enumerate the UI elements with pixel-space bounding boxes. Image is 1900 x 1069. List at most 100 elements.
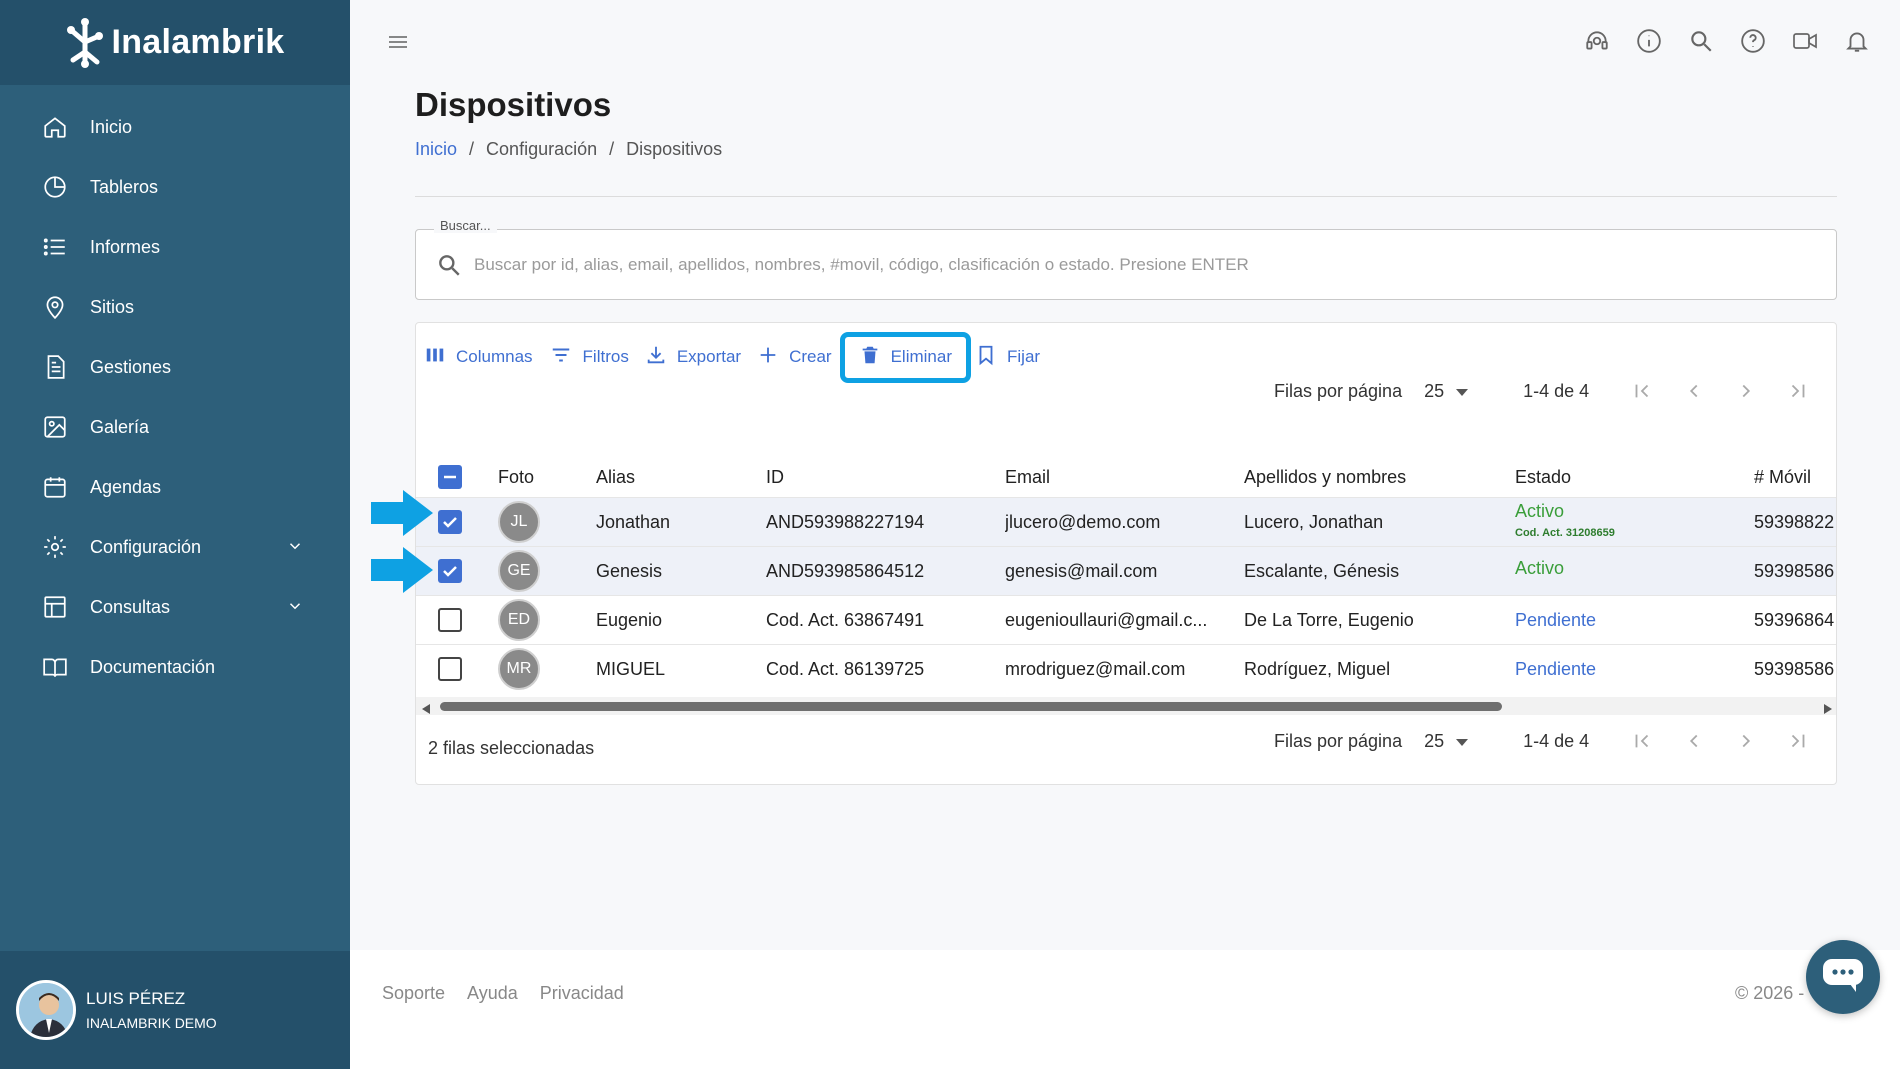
cell-mobile: 59398586 [1754,561,1835,581]
help-icon[interactable] [1740,28,1766,54]
sidebar-item-galeria[interactable]: Galería [0,397,350,457]
sidebar-item-label: Agendas [90,476,162,497]
rows-per-page-select[interactable]: 25 [1424,731,1469,752]
select-all-checkbox[interactable] [438,465,462,489]
cell-status: Pendiente [1515,659,1597,679]
table-icon [42,594,68,620]
sidebar-item-documentacion[interactable]: Documentación [0,637,350,697]
sidebar-item-label: Inicio [90,116,133,137]
filters-button[interactable]: Filtros [549,344,629,371]
table-row[interactable]: JL Jonathan AND593988227194 jlucero@demo… [416,497,1836,546]
header-alias[interactable]: Alias [596,467,635,488]
header-mobile[interactable]: # Móvil [1754,467,1811,488]
footer: Soporte Ayuda Privacidad © 2026 - [350,950,1900,1069]
next-page-icon[interactable] [1733,378,1759,404]
search-icon[interactable] [1688,28,1714,54]
cell-status: Activo [1515,558,1565,578]
rows-per-page-select[interactable]: 25 [1424,380,1469,402]
location-pin-icon [42,294,68,320]
header-email[interactable]: Email [1005,467,1050,488]
search-field[interactable] [415,229,1837,300]
cell-name: Rodríguez, Miguel [1244,659,1391,679]
sidebar-item-sitios[interactable]: Sitios [0,277,350,337]
chevron-down-icon[interactable] [286,537,304,560]
row-checkbox[interactable] [438,510,462,534]
menu-toggle-icon[interactable] [385,30,411,59]
table-row[interactable]: MR MIGUEL Cod. Act. 86139725 mrodriguez@… [416,644,1836,693]
header-photo[interactable]: Foto [498,467,534,488]
table-row[interactable]: ED Eugenio Cod. Act. 63867491 eugenioull… [416,595,1836,644]
avatar: GE [498,550,540,592]
breadcrumb-home-link[interactable]: Inicio [415,139,457,160]
cell-alias: Genesis [596,561,663,581]
rows-per-page-value: 25 [1424,380,1445,401]
horizontal-scrollbar[interactable] [416,697,1836,715]
cell-id: Cod. Act. 86139725 [766,659,925,679]
chat-button[interactable] [1806,940,1880,1014]
cell-mobile: 59396864 [1754,610,1835,630]
header-name[interactable]: Apellidos y nombres [1244,467,1406,488]
selected-count: 2 filas seleccionadas [428,738,595,758]
first-page-icon[interactable] [1629,728,1655,754]
video-icon[interactable] [1792,28,1818,54]
scroll-right-icon[interactable] [1824,701,1832,719]
search-input[interactable] [474,248,1774,282]
export-label: Exportar [676,347,742,366]
prev-page-icon[interactable] [1681,378,1707,404]
avatar: ED [498,599,540,641]
last-page-icon[interactable] [1785,728,1811,754]
sidebar-item-tableros[interactable]: Tableros [0,157,350,217]
delete-button[interactable]: Eliminar [839,331,971,383]
plus-icon [757,344,779,371]
sidebar-item-informes[interactable]: Informes [0,217,350,277]
first-page-icon[interactable] [1629,378,1655,404]
table-row[interactable]: GE Genesis AND593985864512 genesis@mail.… [416,546,1836,595]
prev-page-icon[interactable] [1681,728,1707,754]
bell-icon[interactable] [1844,28,1870,54]
cell-alias: Jonathan [596,512,671,532]
calendar-icon [42,474,68,500]
header-id[interactable]: ID [766,467,784,488]
sidebar-item-consultas[interactable]: Consultas [0,577,350,637]
scrollbar-thumb[interactable] [440,702,1502,711]
next-page-icon[interactable] [1733,728,1759,754]
cell-alias: Eugenio [596,610,663,630]
footer-link-help[interactable]: Ayuda [467,983,518,1004]
sidebar-item-gestiones[interactable]: Gestiones [0,337,350,397]
trash-icon [859,343,881,372]
rows-per-page-label: Filas por página [1274,730,1403,751]
arrow-right-icon [371,547,433,598]
pin-button[interactable]: Fijar [975,343,1040,372]
breadcrumb-section: Configuración [486,139,598,159]
sidebar-item-label: Sitios [90,296,135,317]
row-checkbox[interactable] [438,608,462,632]
sidebar-item-configuracion[interactable]: Configuración [0,517,350,577]
gear-icon [42,534,68,560]
table-header: Foto Alias ID Email Apellidos y nombres … [416,453,1836,501]
footer-link-privacy[interactable]: Privacidad [540,983,624,1004]
row-checkbox[interactable] [438,657,462,681]
home-icon [42,114,68,140]
book-icon [42,654,68,680]
support-agent-icon[interactable] [1584,28,1610,54]
create-button[interactable]: Crear [757,344,832,371]
scroll-left-icon[interactable] [422,701,430,719]
sidebar-item-agendas[interactable]: Agendas [0,457,350,517]
sidebar-item-label: Configuración [90,536,202,557]
chevron-down-icon[interactable] [286,597,304,620]
topbar-actions [1584,28,1870,54]
cell-email: mrodriguez@mail.com [1005,659,1186,679]
footer-link-support[interactable]: Soporte [382,983,445,1004]
export-button[interactable]: Exportar [645,344,741,371]
sidebar-item-inicio[interactable]: Inicio [0,97,350,157]
brand-logo[interactable]: Inalambrik [0,0,350,85]
header-status[interactable]: Estado [1515,467,1571,488]
columns-button[interactable]: Columnas [424,344,533,371]
row-checkbox[interactable] [438,559,462,583]
info-icon[interactable] [1636,28,1662,54]
cell-email: genesis@mail.com [1005,561,1158,581]
user-profile[interactable]: LUIS PÉREZ INALAMBRIK DEMO [0,951,350,1069]
cell-id: AND593988227194 [766,512,925,532]
create-label: Crear [789,347,832,366]
last-page-icon[interactable] [1785,378,1811,404]
